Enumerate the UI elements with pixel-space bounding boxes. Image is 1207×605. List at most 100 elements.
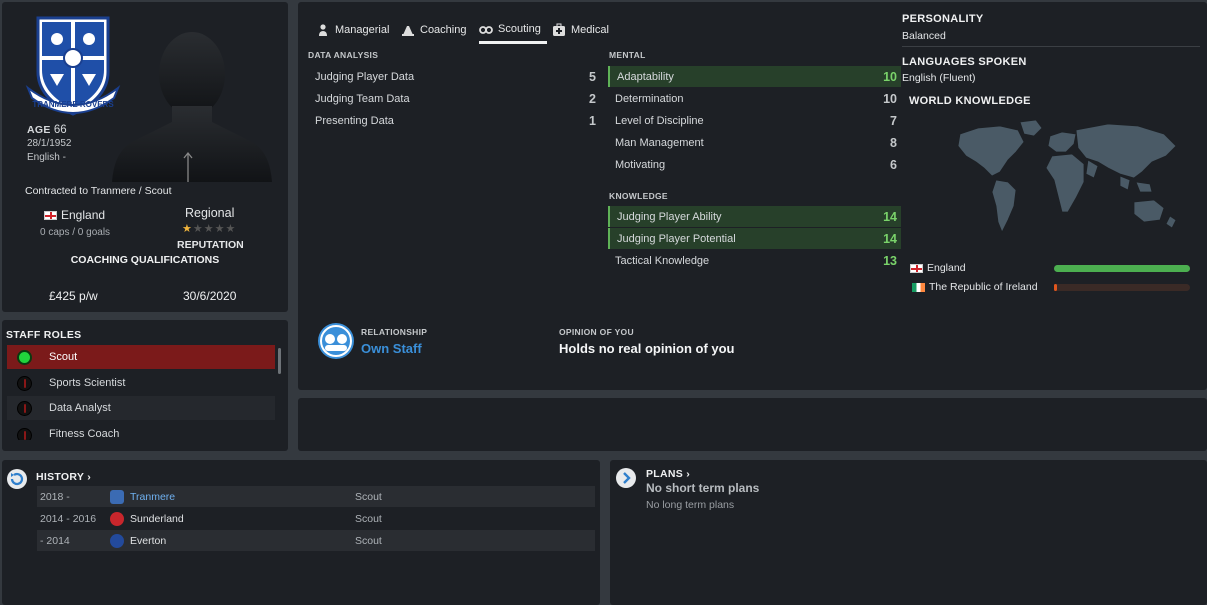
attribute-value: 10 <box>883 69 897 84</box>
attribute-row[interactable]: Level of Discipline 7 <box>608 110 901 131</box>
history-years: 2018 - <box>40 490 70 503</box>
club-crest[interactable]: TRANMERE ROVERS <box>24 14 122 118</box>
age-value: 66 <box>53 124 67 136</box>
role-item-scout[interactable]: Scout <box>7 345 275 369</box>
england-flag-icon <box>44 210 57 220</box>
role-item-fitness-coach[interactable]: Fitness Coach <box>7 422 275 440</box>
history-years: - 2014 <box>40 534 70 547</box>
attribute-row[interactable]: Man Management 8 <box>608 132 901 153</box>
attribute-value: 6 <box>890 157 897 172</box>
staff-roles-panel: STAFF ROLES Scout Sports Scientist Data … <box>2 320 288 451</box>
history-icon <box>7 469 27 489</box>
history-row[interactable]: - 2014 Everton Scout <box>37 530 595 551</box>
attribute-value: 8 <box>890 135 897 150</box>
attribute-row[interactable]: Judging Team Data 2 <box>308 88 600 109</box>
binoculars-icon <box>479 25 493 34</box>
role-item-data-analyst[interactable]: Data Analyst <box>7 396 275 420</box>
attribute-row[interactable]: Adaptability 10 <box>608 66 901 87</box>
tab-scouting[interactable]: Scouting <box>479 16 547 44</box>
attributes-panel: Managerial Coaching Scouting Medical DAT… <box>298 2 1207 390</box>
everton-badge-icon <box>110 533 124 548</box>
tab-managerial[interactable]: Managerial <box>316 16 389 44</box>
reputation-level: Regional <box>185 206 235 220</box>
contract-text[interactable]: Contracted to Tranmere / Scout <box>25 185 172 197</box>
attribute-value: 5 <box>589 69 596 84</box>
attribute-name: Level of Discipline <box>615 114 704 127</box>
attribute-row[interactable]: Determination 10 <box>608 88 901 109</box>
roles-scrollbar[interactable] <box>278 348 281 374</box>
attribute-name: Judging Player Potential <box>617 232 736 245</box>
history-row[interactable]: 2018 - Tranmere Scout <box>37 486 595 507</box>
club-link[interactable]: Everton <box>130 535 166 547</box>
attribute-row[interactable]: Judging Player Ability 14 <box>608 206 901 227</box>
tab-label: Coaching <box>420 24 467 36</box>
languages-label: LANGUAGES SPOKEN <box>902 56 1027 68</box>
attribute-row[interactable]: Presenting Data 1 <box>308 110 600 131</box>
wage-value[interactable]: £425 p/w <box>49 289 98 303</box>
knowledge-bar-fill <box>1054 284 1057 291</box>
attribute-row[interactable]: Judging Player Potential 14 <box>608 228 901 249</box>
reputation-stars: ★★★★★ <box>182 222 236 235</box>
managerial-icon <box>319 24 327 36</box>
attribute-name: Tactical Knowledge <box>615 254 710 267</box>
attribute-row[interactable]: Motivating 6 <box>608 154 901 175</box>
plans-title-link[interactable]: PLANS › <box>646 468 690 480</box>
attribute-name: Adaptability <box>617 70 674 83</box>
svg-text:TRANMERE ROVERS: TRANMERE ROVERS <box>32 100 114 109</box>
world-map[interactable] <box>938 116 1188 246</box>
attribute-value: 14 <box>883 209 897 224</box>
knowledge-title: KNOWLEDGE <box>609 191 668 201</box>
staff-photo-silhouette <box>112 32 272 182</box>
personality-label: PERSONALITY <box>902 13 984 25</box>
role-active-indicator-icon <box>17 349 32 365</box>
plans-title: PLANS <box>646 468 684 480</box>
caps-goals: 0 caps / 0 goals <box>40 227 111 238</box>
tab-coaching[interactable]: Coaching <box>401 16 466 44</box>
role-inactive-indicator-icon <box>17 375 32 391</box>
medical-kit-icon <box>553 23 565 36</box>
ireland-flag-icon <box>912 282 925 292</box>
attribute-value: 2 <box>589 91 596 106</box>
history-years: 2014 - 2016 <box>40 512 97 525</box>
relationship-icon <box>318 323 354 359</box>
tab-label: Managerial <box>335 24 390 36</box>
attribute-name: Judging Team Data <box>315 92 410 105</box>
club-link[interactable]: Tranmere <box>130 491 175 503</box>
club-link[interactable]: Sunderland <box>130 513 184 525</box>
history-title-link[interactable]: HISTORY › <box>36 471 91 483</box>
attribute-value: 7 <box>890 113 897 128</box>
attribute-value: 1 <box>589 113 596 128</box>
attribute-name: Determination <box>615 92 684 105</box>
world-knowledge-label: WORLD KNOWLEDGE <box>909 95 1031 107</box>
star-icon: ★ <box>182 223 193 235</box>
chevron-circle-icon[interactable] <box>615 467 637 489</box>
knowledge-bar-fill <box>1054 265 1190 272</box>
personality-value[interactable]: Balanced <box>902 30 946 42</box>
attribute-row[interactable]: Judging Player Data 5 <box>308 66 600 87</box>
long-term-plans: No long term plans <box>646 499 735 511</box>
divider <box>902 46 1200 47</box>
contract-expiry[interactable]: 30/6/2020 <box>183 289 236 303</box>
tab-medical[interactable]: Medical <box>552 16 609 44</box>
attribute-name: Motivating <box>615 158 666 171</box>
role-inactive-indicator-icon <box>17 427 32 440</box>
nationality-text[interactable]: English - <box>27 152 66 163</box>
role-item-sports-scientist[interactable]: Sports Scientist <box>7 371 275 395</box>
staff-roles-title: STAFF ROLES <box>6 329 82 341</box>
knowledge-bar-england <box>1054 265 1190 272</box>
chevron-right-icon: › <box>84 471 92 483</box>
knowledge-country-ireland[interactable]: The Republic of Ireland <box>912 281 1038 293</box>
attribute-name: Man Management <box>615 136 704 149</box>
history-row[interactable]: 2014 - 2016 Sunderland Scout <box>37 508 595 529</box>
nation-link[interactable]: England <box>44 208 105 222</box>
attribute-name: Judging Player Data <box>315 70 415 83</box>
attribute-value: 14 <box>883 231 897 246</box>
mental-title: MENTAL <box>609 50 646 60</box>
role-label: Scout <box>49 351 78 363</box>
role-inactive-indicator-icon <box>17 400 32 416</box>
coaching-qualifications-label: COACHING QUALIFICATIONS <box>70 254 220 266</box>
knowledge-country-england[interactable]: England <box>910 262 966 274</box>
relationship-label: RELATIONSHIP <box>361 327 428 337</box>
reputation-label: REPUTATION <box>177 239 244 248</box>
attribute-row[interactable]: Tactical Knowledge 13 <box>608 250 901 271</box>
